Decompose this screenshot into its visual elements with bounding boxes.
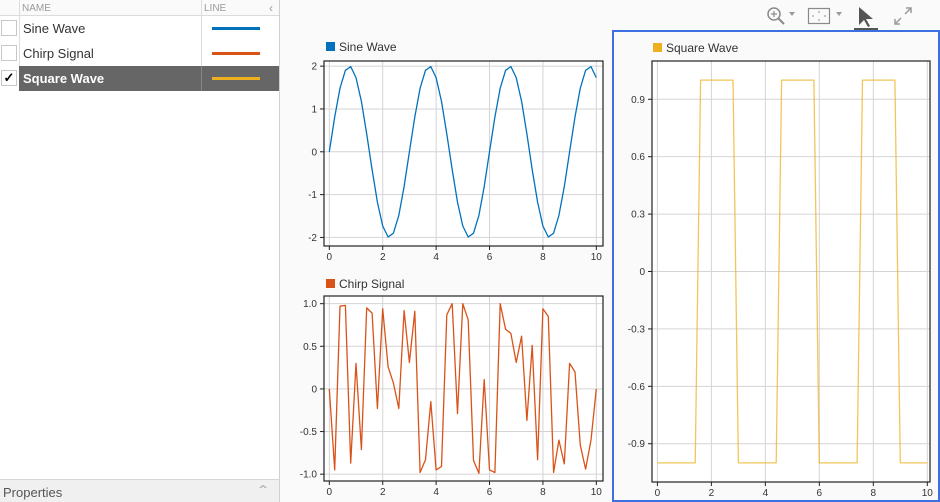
cursor-icon: [859, 7, 873, 27]
x-tick-label: 0: [327, 252, 333, 263]
x-tick-label: 0: [655, 488, 661, 499]
y-tick-label: 0.3: [631, 210, 645, 221]
legend-label: Chirp Signal: [339, 277, 405, 291]
column-divider: [201, 66, 202, 91]
y-tick-label: 1: [311, 104, 317, 115]
x-tick-label: 0: [327, 487, 333, 498]
y-tick-label: -2: [308, 233, 317, 244]
checkbox-cell: ✓: [0, 66, 19, 91]
legend-chirp[interactable]: Chirp Signal: [326, 277, 404, 291]
sine-wave-axes[interactable]: 0 2 4 6 8 10 -2 -1 0 1 2: [290, 55, 610, 265]
signal-table-panel: NAME LINE ‹ Sine Wave Chirp Signal ✓ Squ…: [0, 0, 280, 502]
signal-name: Chirp Signal: [23, 46, 94, 61]
y-tick-label: -0.5: [300, 427, 318, 438]
y-tick-label: 0.5: [303, 342, 317, 353]
checkbox-cell: [0, 41, 19, 66]
table-row[interactable]: Chirp Signal: [0, 41, 279, 66]
x-tick-label: 4: [433, 487, 439, 498]
legend-square[interactable]: Square Wave: [653, 41, 738, 55]
x-tick-label: 2: [380, 252, 386, 263]
y-tick-label: -1.0: [300, 470, 318, 481]
column-divider: [201, 41, 202, 66]
x-tick-label: 10: [591, 252, 603, 263]
x-tick-label: 8: [871, 488, 877, 499]
x-tick-label: 4: [433, 252, 439, 263]
plot-area: [324, 61, 603, 246]
signal-viewer: NAME LINE ‹ Sine Wave Chirp Signal ✓ Squ…: [0, 0, 940, 502]
y-tick-label: 0.6: [631, 152, 645, 163]
y-tick-label: 0: [311, 147, 317, 158]
table-header: NAME LINE ‹: [0, 0, 279, 16]
x-tick-label: 6: [487, 252, 493, 263]
x-tick-label: 2: [709, 488, 715, 499]
x-tick-label: 8: [540, 487, 546, 498]
y-tick-label: -1: [308, 190, 317, 201]
square-wave-axes[interactable]: 0 2 4 6 8 10 -0.9 -0.6 -0.3 0 0.3 0.6 0.9: [614, 55, 938, 500]
x-tick-label: 6: [817, 488, 823, 499]
row-checkbox[interactable]: [1, 45, 17, 61]
zoom-in-icon: [767, 7, 785, 25]
y-tick-label: -0.6: [628, 382, 646, 393]
x-tick-label: 4: [763, 488, 769, 499]
line-style-swatch[interactable]: [212, 27, 260, 30]
x-tick-label: 10: [922, 488, 934, 499]
y-tick-label: 2: [311, 62, 317, 73]
legend-swatch: [653, 43, 662, 52]
column-divider: [201, 16, 202, 41]
cursor-button[interactable]: [856, 6, 876, 28]
fit-to-view-icon: [807, 7, 831, 25]
fit-dropdown-arrow[interactable]: [836, 12, 842, 16]
maximize-button[interactable]: [892, 6, 914, 28]
signal-name: Square Wave: [23, 71, 105, 86]
plot-toolbar: [760, 3, 940, 31]
row-checkbox-checked[interactable]: ✓: [1, 70, 17, 86]
chevron-left-icon[interactable]: ‹: [264, 1, 278, 15]
row-checkbox[interactable]: [1, 20, 17, 36]
x-tick-label: 8: [540, 252, 546, 263]
column-divider: [19, 0, 20, 16]
x-tick-label: 6: [487, 487, 493, 498]
signal-name: Sine Wave: [23, 21, 86, 36]
y-tick-label: 0: [311, 384, 317, 395]
chirp-signal-axes[interactable]: 0 2 4 6 8 10 -1.0 -0.5 0 0.5 1.0: [290, 290, 610, 500]
legend-sine[interactable]: Sine Wave: [326, 40, 397, 54]
checkbox-cell: [0, 16, 19, 41]
properties-panel-header[interactable]: Properties ⌃: [0, 479, 279, 502]
maximize-icon: [894, 7, 912, 25]
legend-swatch: [326, 42, 335, 51]
y-tick-label: -0.3: [628, 324, 646, 335]
column-divider: [19, 16, 20, 41]
zoom-in-button[interactable]: [765, 6, 787, 28]
column-divider: [19, 41, 20, 66]
table-row[interactable]: Sine Wave: [0, 16, 279, 41]
line-style-swatch[interactable]: [212, 77, 260, 80]
legend-label: Sine Wave: [339, 40, 397, 54]
legend-label: Square Wave: [666, 41, 739, 55]
y-tick-label: 0: [639, 267, 645, 278]
column-header-name[interactable]: NAME: [22, 3, 51, 14]
column-divider[interactable]: [201, 0, 202, 16]
x-tick-label: 2: [380, 487, 386, 498]
properties-label: Properties: [3, 485, 63, 500]
legend-swatch: [326, 279, 335, 288]
y-tick-label: -0.9: [628, 439, 646, 450]
line-style-swatch[interactable]: [212, 52, 260, 55]
chevron-up-icon[interactable]: ⌃: [256, 483, 270, 497]
y-tick-label: 0.9: [631, 95, 645, 106]
column-header-line[interactable]: LINE: [204, 3, 226, 14]
zoom-dropdown-arrow[interactable]: [789, 12, 795, 16]
x-tick-label: 10: [591, 487, 603, 498]
y-tick-label: 1.0: [303, 299, 317, 310]
fit-to-view-button[interactable]: [807, 6, 831, 28]
table-row-selected[interactable]: ✓ Square Wave: [0, 66, 279, 91]
